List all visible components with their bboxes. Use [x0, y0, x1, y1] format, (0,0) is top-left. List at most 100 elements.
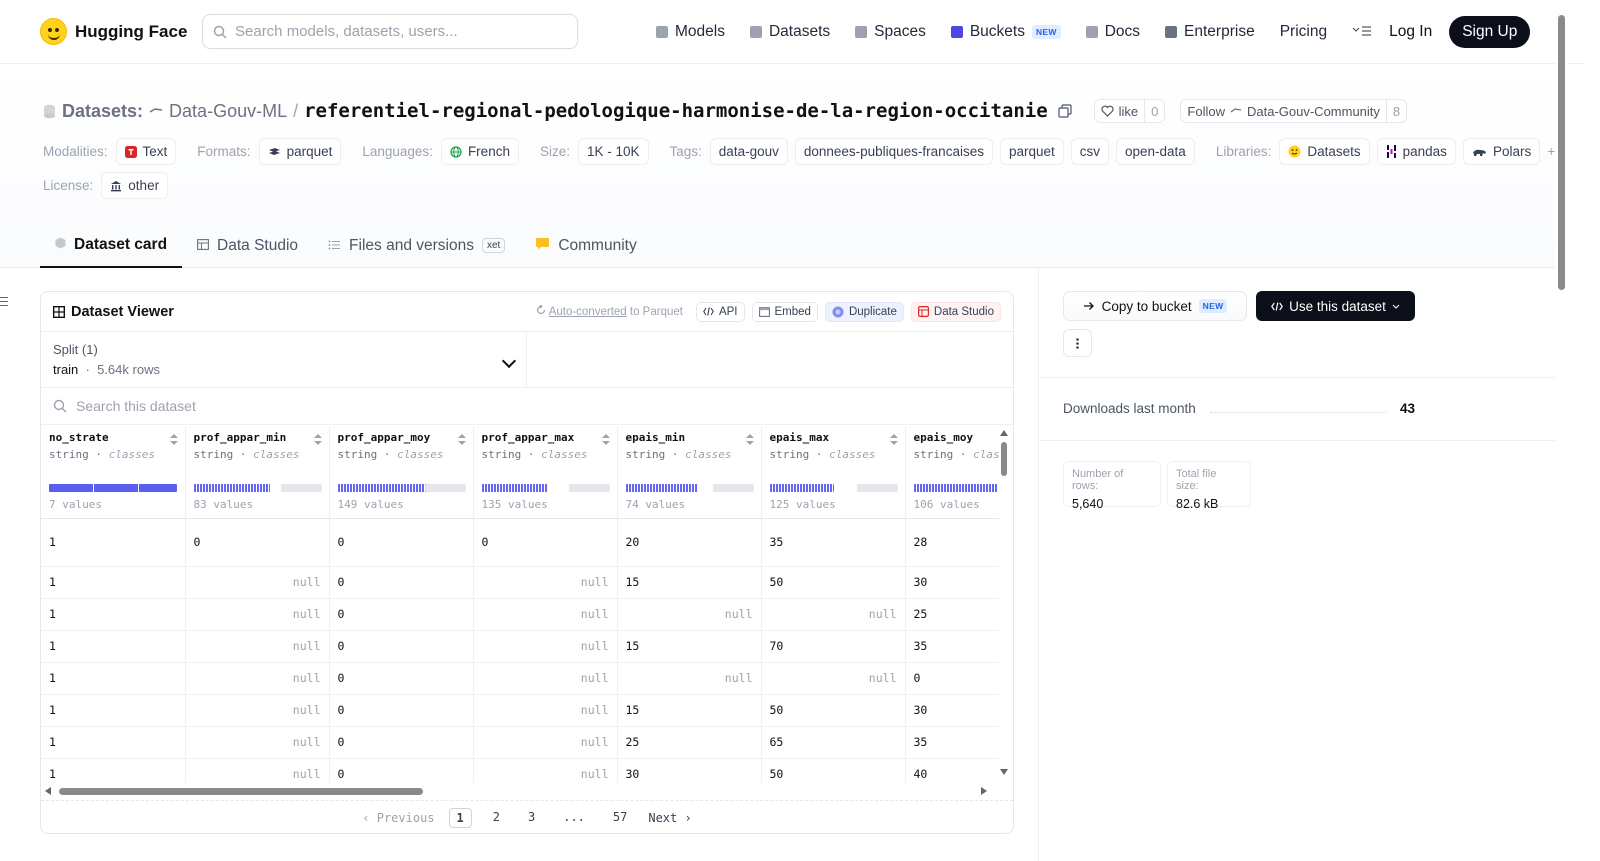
size-chip[interactable]: 1K - 10K	[577, 138, 649, 165]
page-button[interactable]: 3	[521, 808, 542, 828]
table-cell[interactable]: 0	[329, 566, 474, 599]
modality-chip[interactable]: Text	[115, 138, 177, 165]
tab-dataset-card[interactable]: Dataset card	[40, 223, 183, 268]
table-cell[interactable]: null	[185, 566, 330, 599]
table-cell[interactable]: 30	[905, 694, 999, 727]
signup-button[interactable]: Sign Up	[1449, 15, 1531, 48]
table-cell[interactable]: null	[185, 598, 330, 631]
table-cell[interactable]: 0	[329, 726, 474, 759]
global-search[interactable]	[202, 14, 578, 49]
table-cell[interactable]: 1	[41, 630, 186, 663]
table-cell[interactable]: null	[473, 566, 618, 599]
format-chip[interactable]: parquet	[258, 138, 342, 165]
sort-icon[interactable]	[889, 434, 898, 446]
hamburger-icon[interactable]	[0, 297, 8, 307]
table-cell[interactable]: null	[185, 758, 330, 783]
auto-converted-link[interactable]: Auto-converted	[549, 306, 627, 318]
tag-chip[interactable]: csv	[1070, 138, 1110, 165]
license-chip[interactable]: other	[101, 172, 169, 199]
sort-icon[interactable]	[745, 434, 754, 446]
table-cell[interactable]: 1	[41, 726, 186, 759]
table-cell[interactable]: 70	[761, 630, 906, 663]
table-row[interactable]: 1 null 0 null null null 25	[41, 598, 999, 631]
class-distribution-bar[interactable]	[625, 484, 754, 492]
library-chip-polars[interactable]: Polars	[1462, 138, 1541, 165]
page-scrollbar[interactable]	[1555, 0, 1568, 861]
nav-link-pricing[interactable]: Pricing	[1280, 23, 1327, 41]
class-distribution-bar[interactable]	[481, 484, 610, 492]
table-cell[interactable]: null	[473, 630, 618, 663]
nav-link-enterprise[interactable]: Enterprise	[1165, 23, 1255, 41]
table-horizontal-scrollbar[interactable]	[45, 786, 999, 796]
class-distribution-bar[interactable]	[769, 484, 898, 492]
library-chip-pandas[interactable]: pandas	[1376, 138, 1456, 165]
page-button[interactable]: 1	[448, 807, 472, 828]
column-header-prof_appar_min[interactable]: prof_appar_min string · classes 83 values	[185, 426, 330, 519]
copy-to-bucket-button[interactable]: Copy to bucket NEW	[1063, 291, 1247, 321]
tag-chip[interactable]: open-data	[1116, 138, 1195, 165]
follow-button[interactable]: Follow Data-Gouv-Community 8	[1180, 99, 1408, 123]
class-distribution-bar[interactable]	[913, 484, 1000, 492]
column-header-no_strate[interactable]: no_strate string · classes 7 values	[41, 426, 186, 519]
class-distribution-bar[interactable]	[49, 484, 177, 492]
page-button[interactable]: 57	[606, 808, 634, 828]
table-cell[interactable]: 1	[41, 694, 186, 727]
org-link[interactable]: Data-Gouv-ML	[169, 101, 287, 122]
table-row[interactable]: 1 null 0 null 15 50 30	[41, 694, 999, 727]
table-cell[interactable]: 50	[761, 694, 906, 727]
brand-logo[interactable]: Hugging Face	[40, 18, 202, 45]
table-row[interactable]: 1 null 0 null 15 50 30	[41, 566, 999, 599]
scroll-left-icon[interactable]	[45, 787, 51, 795]
table-cell[interactable]: 30	[905, 566, 999, 599]
nav-link-datasets[interactable]: Datasets	[749, 23, 830, 41]
table-vertical-scrollbar[interactable]	[999, 426, 1009, 783]
table-cell[interactable]: 1	[41, 662, 186, 695]
dataset-search-input[interactable]	[76, 398, 676, 414]
table-cell[interactable]: null	[473, 662, 618, 695]
table-cell[interactable]: null	[473, 694, 618, 727]
table-row[interactable]: 1 null 0 null 15 70 35	[41, 630, 999, 663]
nav-link-spaces[interactable]: Spaces	[855, 23, 926, 41]
language-chip[interactable]: French	[440, 138, 519, 165]
table-cell[interactable]: 25	[905, 598, 999, 631]
tag-chip[interactable]: parquet	[999, 138, 1064, 165]
repo-name[interactable]: referentiel-regional-pedologique-harmoni…	[304, 100, 1048, 122]
column-header-epais_moy[interactable]: epais_moystring · classes 106 values	[905, 426, 1000, 519]
library-chip-datasets[interactable]: Datasets	[1279, 138, 1370, 165]
table-cell[interactable]: null	[185, 694, 330, 727]
table-cell[interactable]: null	[761, 662, 906, 695]
scrollbar-thumb[interactable]	[59, 788, 423, 795]
embed-button[interactable]: Embed	[751, 301, 818, 322]
table-cell[interactable]: 0	[905, 662, 999, 695]
sort-icon[interactable]	[169, 434, 178, 446]
nav-link-docs[interactable]: Docs	[1085, 23, 1140, 41]
table-cell[interactable]: 1	[41, 758, 186, 783]
copy-icon[interactable]	[1058, 104, 1072, 118]
more-options-button[interactable]	[1063, 329, 1092, 357]
table-cell[interactable]: 1	[41, 518, 186, 567]
table-cell[interactable]: 0	[329, 630, 474, 663]
like-button[interactable]: like 0	[1093, 99, 1166, 123]
table-cell[interactable]: 0	[185, 518, 330, 567]
global-search-input[interactable]	[235, 23, 555, 40]
login-link[interactable]: Log In	[1389, 23, 1432, 41]
scrollbar-thumb[interactable]	[1558, 15, 1565, 290]
table-cell[interactable]: 0	[329, 518, 474, 567]
table-cell[interactable]: null	[761, 598, 906, 631]
column-header-epais_min[interactable]: epais_min string · classes 74 values	[617, 426, 762, 519]
table-cell[interactable]: 50	[761, 758, 906, 783]
table-cell[interactable]: 30	[617, 758, 762, 783]
tab-files-and-versions[interactable]: Files and versions xet	[313, 223, 520, 268]
sort-icon[interactable]	[313, 434, 322, 446]
column-header-prof_appar_max[interactable]: prof_appar_max string · classes 135 values	[473, 426, 618, 519]
nav-link-models[interactable]: Models	[656, 23, 725, 41]
data-table-wrapper[interactable]: no_strate string · classes 7 values prof_ap…	[41, 426, 999, 783]
scrollbar-thumb[interactable]	[1001, 442, 1007, 476]
scroll-up-icon[interactable]	[1000, 430, 1008, 436]
previous-page-button[interactable]: ‹ Previous	[362, 811, 434, 825]
scroll-down-icon[interactable]	[1000, 769, 1008, 775]
tab-community[interactable]: Community	[520, 223, 651, 268]
table-row[interactable]: 1 0 0 0 20 35 28	[41, 518, 999, 567]
table-cell[interactable]: null	[473, 598, 618, 631]
table-cell[interactable]: 0	[329, 598, 474, 631]
